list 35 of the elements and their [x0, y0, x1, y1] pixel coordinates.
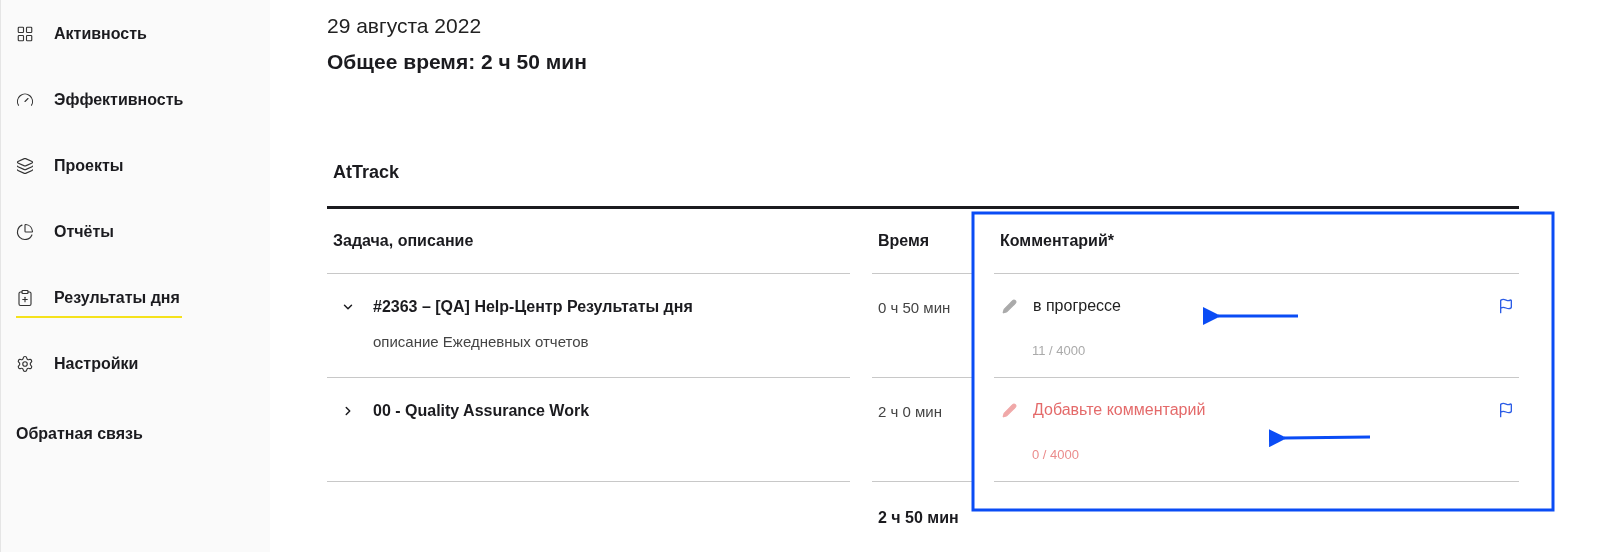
time-value: 0 ч 50 мин: [878, 299, 951, 316]
pencil-icon: [1002, 402, 1017, 418]
task-title: #2363 – [QA] Help-Центр Результаты дня: [373, 297, 693, 317]
project-title: AtTrack: [333, 161, 401, 184]
comment-field[interactable]: в прогрессе: [1033, 294, 1481, 318]
sidebar-item[interactable]: Настройки: [16, 352, 139, 376]
pie-chart-icon: [16, 223, 34, 241]
flag-icon: [1498, 402, 1514, 418]
column-header: Задача, описание: [333, 231, 474, 251]
gauge-icon: [16, 91, 34, 109]
settings-icon: [16, 355, 34, 373]
date-text: 29 августа 2022: [327, 13, 483, 39]
grid-icon: [16, 25, 34, 43]
character-counter: 11 / 4000: [1032, 342, 1087, 360]
sidebar-item[interactable]: Активность: [16, 22, 147, 46]
layers-icon: [16, 157, 34, 175]
sidebar-item[interactable]: Результаты дня: [16, 286, 182, 318]
flag-icon: [1498, 298, 1514, 314]
pencil-icon: [1002, 298, 1017, 314]
total-time-heading: Общее время: 2 ч 50 мин: [327, 49, 588, 75]
flag-button[interactable]: [1497, 297, 1515, 315]
sidebar-item[interactable]: Отчёты: [16, 220, 114, 244]
sidebar-item[interactable]: Проекты: [16, 154, 124, 178]
character-counter: 0 / 4000: [1032, 446, 1080, 464]
comment-field[interactable]: Добавьте комментарий: [1033, 398, 1481, 422]
clipboard-icon: [16, 289, 34, 307]
total-time: 2 ч 50 мин: [878, 509, 959, 526]
task-description: описание Ежедневных отчетов: [373, 332, 590, 352]
task-title: 00 - Quality Assurance Work: [373, 401, 590, 421]
sidebar-item[interactable]: Обратная связь: [16, 422, 143, 446]
flag-button[interactable]: [1497, 401, 1515, 419]
column-header: Время: [878, 231, 930, 251]
column-header: Комментарий*: [1000, 231, 1114, 251]
time-value: 2 ч 0 мин: [878, 403, 942, 420]
sidebar-item[interactable]: Эффективность: [16, 88, 184, 112]
